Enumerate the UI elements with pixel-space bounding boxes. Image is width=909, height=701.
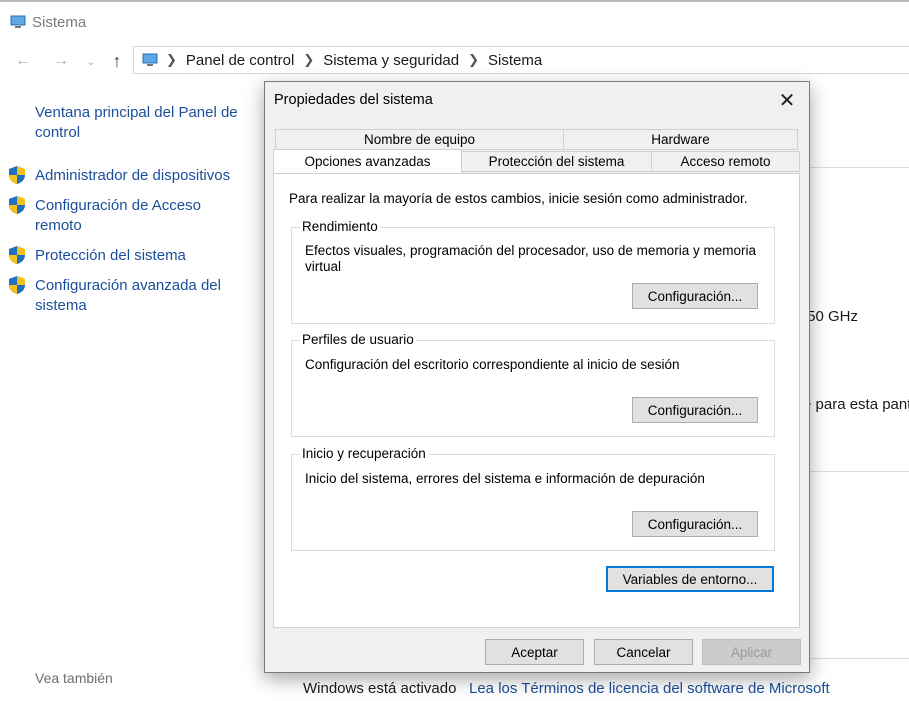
control-panel-icon xyxy=(142,53,158,66)
dialog-title: Propiedades del sistema xyxy=(274,92,433,108)
breadcrumb-control-panel[interactable]: Panel de control xyxy=(186,52,294,69)
cancel-button[interactable]: Cancelar xyxy=(594,639,693,665)
up-arrow-icon[interactable]: ↑ xyxy=(106,50,128,72)
uac-shield-icon xyxy=(9,166,25,184)
sidebar-item-system-protection[interactable]: Protección del sistema xyxy=(35,246,250,266)
sidebar-item-control-panel-home[interactable]: Ventana principal del Panel de control xyxy=(35,103,250,143)
group-startup-recovery: Inicio y recuperación Inicio del sistema… xyxy=(291,446,775,551)
group-label: Rendimiento xyxy=(300,219,380,234)
group-label: Inicio y recuperación xyxy=(300,446,428,461)
system-properties-dialog: Propiedades del sistema ✕ Nombre de equi… xyxy=(264,81,810,673)
apply-button[interactable]: Aplicar xyxy=(702,639,801,665)
breadcrumb-system-security[interactable]: Sistema y seguridad xyxy=(323,52,459,69)
window-top-border xyxy=(0,0,909,2)
processor-speed-text: .50 GHz xyxy=(803,308,859,325)
tab-computer-name[interactable]: Nombre de equipo xyxy=(275,129,564,150)
sidebar-item-advanced-settings[interactable]: Configuración avanzada del sistema xyxy=(35,276,235,316)
chevron-right-icon: ❯ xyxy=(303,52,315,67)
startup-recovery-settings-button[interactable]: Configuración... xyxy=(632,511,758,537)
environment-variables-button[interactable]: Variables de entorno... xyxy=(606,566,774,592)
performance-settings-button[interactable]: Configuración... xyxy=(632,283,758,309)
uac-shield-icon xyxy=(9,276,25,294)
address-bar[interactable]: ❯ Panel de control ❯ Sistema y seguridad… xyxy=(133,46,909,74)
pen-touch-text: e para esta pant xyxy=(803,396,909,413)
window-titlebar: Sistema xyxy=(10,11,86,33)
license-terms-link[interactable]: Lea los Términos de licencia del softwar… xyxy=(469,680,830,697)
chevron-right-icon: ❯ xyxy=(468,52,480,67)
section-divider xyxy=(810,658,909,659)
see-also-heading: Vea también xyxy=(35,670,113,686)
tab-hardware[interactable]: Hardware xyxy=(563,129,798,150)
group-label: Perfiles de usuario xyxy=(300,332,416,347)
user-profiles-settings-button[interactable]: Configuración... xyxy=(632,397,758,423)
group-description: Efectos visuales, programación del proce… xyxy=(305,243,756,274)
group-description: Inicio del sistema, errores del sistema … xyxy=(305,471,705,486)
ok-button[interactable]: Aceptar xyxy=(485,639,584,665)
uac-shield-icon xyxy=(9,196,25,214)
tab-advanced[interactable]: Opciones avanzadas xyxy=(273,149,462,173)
section-divider xyxy=(810,471,909,472)
forward-arrow-icon[interactable]: → xyxy=(50,50,72,72)
uac-shield-icon xyxy=(9,246,25,264)
section-divider xyxy=(810,167,909,168)
close-icon[interactable]: ✕ xyxy=(773,88,801,112)
back-arrow-icon[interactable]: ← xyxy=(12,50,34,72)
admin-note: Para realizar la mayoría de estos cambio… xyxy=(289,191,748,206)
chevron-right-icon: ❯ xyxy=(166,52,177,67)
sidebar-item-remote-access[interactable]: Configuración de Acceso remoto xyxy=(35,196,225,236)
activation-status: Windows está activado xyxy=(303,680,457,697)
computer-icon xyxy=(10,15,26,28)
sidebar-item-device-manager[interactable]: Administrador de dispositivos xyxy=(35,166,250,186)
navigation-bar: ← → ⌄ ↑ ❯ Panel de control ❯ Sistema y s… xyxy=(0,46,909,76)
group-user-profiles: Perfiles de usuario Configuración del es… xyxy=(291,332,775,437)
recent-dropdown-icon[interactable]: ⌄ xyxy=(80,50,102,72)
group-performance: Rendimiento Efectos visuales, programaci… xyxy=(291,219,775,324)
group-description: Configuración del escritorio correspondi… xyxy=(305,357,680,372)
breadcrumb-system[interactable]: Sistema xyxy=(488,52,542,69)
window-title: Sistema xyxy=(32,13,87,31)
tab-system-protection[interactable]: Protección del sistema xyxy=(461,151,652,172)
tab-remote[interactable]: Acceso remoto xyxy=(651,151,800,172)
